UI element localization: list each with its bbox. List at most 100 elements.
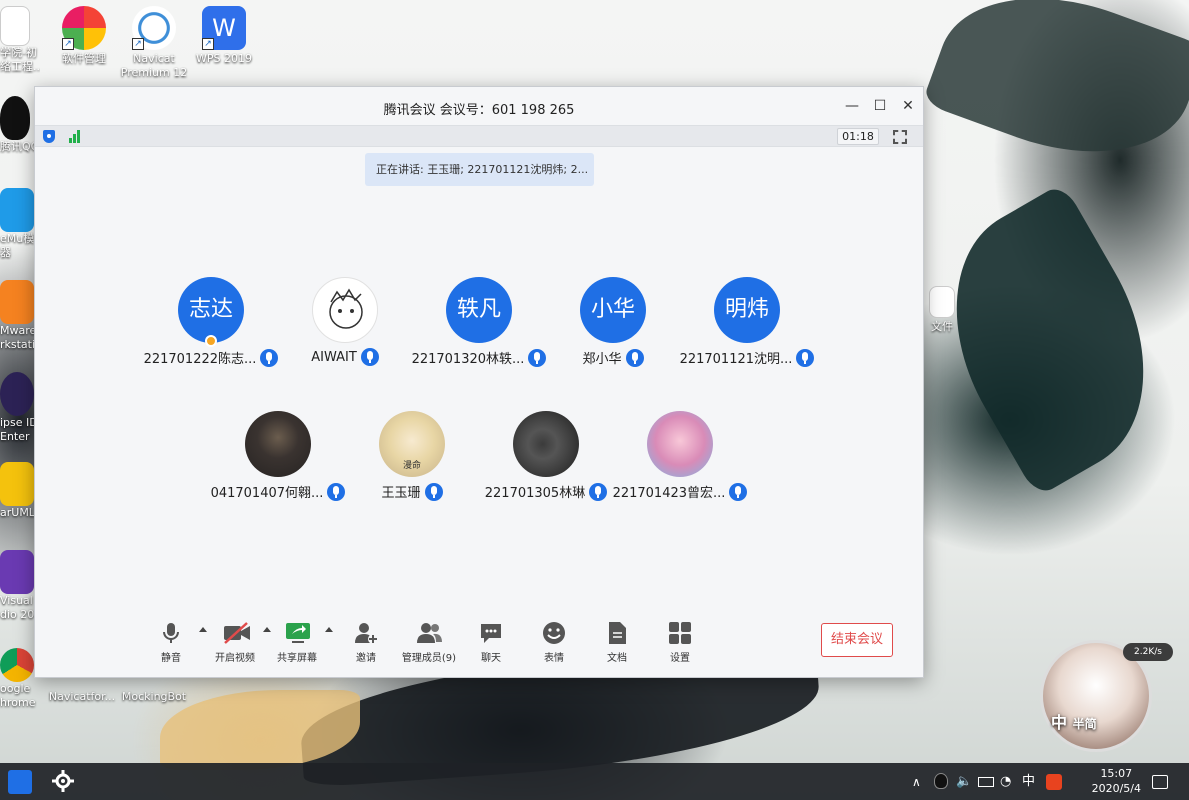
participant-tile[interactable]: AIWAIT bbox=[275, 277, 415, 366]
grid-settings-icon bbox=[668, 621, 692, 645]
ime-mode-label: 中 bbox=[1051, 713, 1068, 732]
clock-time: 15:07 bbox=[1100, 767, 1133, 780]
qq-tray-icon[interactable] bbox=[934, 773, 948, 789]
participant-name: 221701305林琳 bbox=[484, 486, 586, 501]
meeting-toolbar: 静音 开启视频 共享屏幕 邀请 管理成员(9) 聊天 表情 文档 设置 结束会议 bbox=[35, 613, 923, 677]
docs-label: 文档 bbox=[607, 653, 627, 664]
desktop-icon-mockingbot[interactable]: MockingBot bbox=[116, 690, 192, 704]
desktop-icon-label: ipse ID Enter bbox=[0, 416, 38, 443]
software-manager-icon: ↗ bbox=[62, 6, 106, 50]
wallpaper-shape bbox=[907, 182, 1189, 498]
fullscreen-icon[interactable] bbox=[893, 130, 907, 144]
settings-button[interactable]: 设置 bbox=[650, 621, 710, 664]
tencent-meeting-taskbar-icon[interactable] bbox=[8, 770, 32, 794]
wps-icon: W ↗ bbox=[202, 6, 246, 50]
emulator-icon bbox=[0, 188, 34, 232]
desktop-icon-label: Visual dio 20 bbox=[0, 594, 35, 621]
participant-tile[interactable]: 041701407何翱... bbox=[208, 411, 348, 501]
participant-name: 221701423曾宏... bbox=[612, 486, 726, 501]
network-signal-icon[interactable] bbox=[69, 130, 83, 143]
emoji-button[interactable]: 表情 bbox=[524, 621, 584, 664]
battery-icon[interactable] bbox=[978, 777, 994, 787]
chat-button[interactable]: 聊天 bbox=[461, 621, 521, 664]
meeting-timer: 01:18 bbox=[837, 128, 879, 145]
share-screen-label: 共享屏幕 bbox=[277, 653, 317, 664]
end-meeting-button[interactable]: 结束会议 bbox=[821, 623, 893, 657]
maximize-button[interactable]: ☐ bbox=[869, 95, 891, 117]
desktop-icon-software-manager[interactable]: ↗ 软件管理 bbox=[46, 6, 122, 66]
wifi-icon[interactable]: ◔ bbox=[1000, 770, 1016, 794]
mute-button[interactable]: 静音 bbox=[141, 621, 201, 664]
participant-tile[interactable]: 小华 郑小华 bbox=[543, 277, 683, 367]
participant-name: AIWAIT bbox=[311, 349, 357, 365]
participant-tile[interactable]: 221701423曾宏... bbox=[610, 411, 750, 501]
microphone-icon[interactable] bbox=[589, 482, 608, 501]
vmware-icon bbox=[0, 280, 34, 324]
desktop-icon-wps[interactable]: W ↗ WPS 2019 bbox=[186, 6, 262, 66]
file-icon bbox=[929, 286, 955, 318]
participant-tile[interactable]: 漫命 王玉珊 bbox=[342, 411, 482, 501]
start-video-label: 开启视频 bbox=[215, 653, 255, 664]
eclipse-icon bbox=[0, 372, 34, 416]
desktop-icon-label: Navicat Premium 12 bbox=[120, 52, 188, 79]
notification-icon[interactable] bbox=[1152, 775, 1168, 789]
volume-icon[interactable]: 🔈 bbox=[956, 770, 972, 794]
desktop-icon-file[interactable]: 学院-初 络工程... bbox=[0, 6, 40, 74]
share-options-caret[interactable] bbox=[325, 627, 333, 632]
minimize-button[interactable]: — bbox=[841, 95, 863, 117]
desktop-icon-navicat-for[interactable]: Navicatfor... bbox=[44, 690, 120, 704]
desktop-icon-label: MockingBot bbox=[121, 690, 187, 703]
desktop-icon-label: Mware rkstati bbox=[0, 324, 37, 351]
wallpaper-shape bbox=[921, 0, 1189, 189]
participant-name: 221701121沈明... bbox=[679, 352, 793, 367]
chat-label: 聊天 bbox=[481, 653, 501, 664]
sogou-ime-icon[interactable] bbox=[1046, 774, 1062, 790]
microphone-icon[interactable] bbox=[625, 348, 644, 367]
network-speed: 2.2K/s bbox=[1123, 643, 1173, 661]
security-shield-icon[interactable] bbox=[43, 130, 55, 143]
network-speed-widget[interactable]: 2.2K/s 中 半简 bbox=[1040, 640, 1173, 752]
settings-gear-icon[interactable] bbox=[52, 770, 76, 794]
close-button[interactable]: ✕ bbox=[897, 95, 919, 117]
settings-label: 设置 bbox=[670, 653, 690, 664]
desktop-icon-navicat[interactable]: ↗ Navicat Premium 12 bbox=[116, 6, 192, 80]
participant-tile[interactable]: 221701305林琳 bbox=[476, 411, 616, 501]
members-icon bbox=[417, 621, 442, 645]
document-icon bbox=[605, 621, 629, 645]
microphone-icon bbox=[159, 621, 183, 645]
start-video-button[interactable]: 开启视频 bbox=[205, 621, 265, 664]
avatar bbox=[245, 411, 311, 477]
share-screen-button[interactable]: 共享屏幕 bbox=[267, 621, 327, 664]
emoji-label: 表情 bbox=[544, 653, 564, 664]
microphone-icon[interactable] bbox=[729, 482, 748, 501]
microphone-icon[interactable] bbox=[424, 482, 443, 501]
avatar-caption: 漫命 bbox=[402, 461, 421, 471]
participant-tile[interactable]: 轶凡 221701320林轶... bbox=[409, 277, 549, 367]
invite-button[interactable]: 邀请 bbox=[336, 621, 396, 664]
share-screen-icon bbox=[285, 621, 310, 645]
status-bar: 01:18 bbox=[35, 125, 923, 147]
participant-name: 王玉珊 bbox=[381, 486, 421, 501]
participant-name: 221701320林轶... bbox=[411, 352, 525, 367]
participant-tile[interactable]: 志达 221701222陈志... bbox=[141, 277, 281, 367]
avatar bbox=[312, 277, 378, 343]
avatar: 志达 bbox=[178, 277, 244, 343]
mute-label: 静音 bbox=[161, 653, 181, 664]
desktop-icon-label: 软件管理 bbox=[62, 52, 106, 65]
participant-name: 041701407何翱... bbox=[210, 486, 324, 501]
microphone-icon[interactable] bbox=[360, 348, 379, 366]
participant-tile[interactable]: 明炜 221701121沈明... bbox=[677, 277, 817, 367]
participant-name: 221701222陈志... bbox=[143, 352, 257, 367]
microphone-icon[interactable] bbox=[796, 348, 815, 367]
qq-icon bbox=[0, 96, 30, 140]
ime-taskbar-label[interactable]: 中 bbox=[1022, 770, 1038, 794]
docs-button[interactable]: 文档 bbox=[587, 621, 647, 664]
speaking-indicator: 正在讲话: 王玉珊; 221701121沈明炜; 2... bbox=[365, 153, 594, 186]
system-clock[interactable]: 15:07 2020/5/4 bbox=[1092, 766, 1141, 796]
chrome-icon bbox=[0, 648, 34, 682]
taskbar: ∧ 🔈 ◔ 中 15:07 2020/5/4 bbox=[0, 763, 1189, 800]
title-bar[interactable]: 腾讯会议 会议号：601 198 265 — ☐ ✕ bbox=[35, 87, 923, 125]
manage-members-label: 管理成员(9) bbox=[401, 653, 457, 664]
show-hidden-icons-chevron-icon[interactable]: ∧ bbox=[912, 770, 926, 794]
manage-members-button[interactable]: 管理成员(9) bbox=[393, 621, 465, 664]
